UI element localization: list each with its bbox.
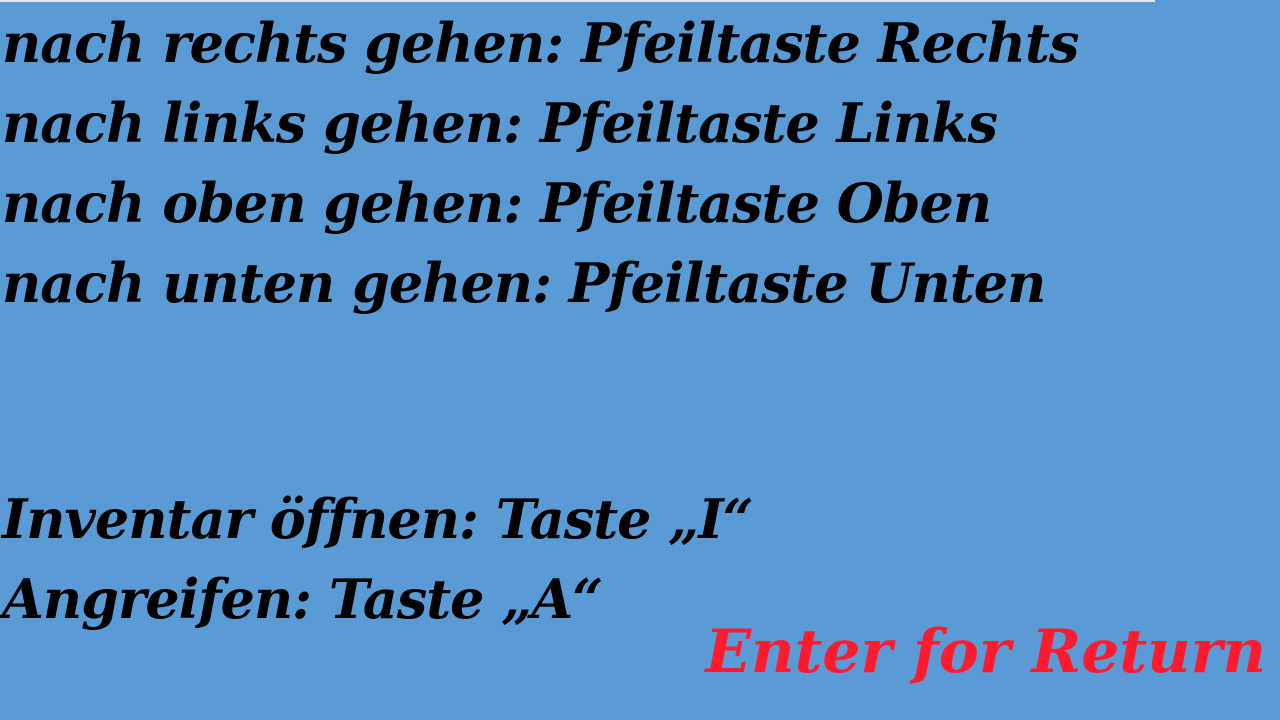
control-move-down: nach unten gehen: Pfeiltaste Unten (2, 251, 1046, 315)
control-open-inventory: Inventar öffnen: Taste „I“ (2, 487, 754, 551)
control-move-up: nach oben gehen: Pfeiltaste Oben (2, 171, 992, 235)
return-button[interactable]: Enter for Return (705, 622, 1266, 682)
control-attack: Angreifen: Taste „A“ (2, 567, 603, 631)
control-move-right: nach rechts gehen: Pfeiltaste Rechts (2, 11, 1079, 75)
top-edge-strip (0, 0, 1155, 2)
control-move-left: nach links gehen: Pfeiltaste Links (2, 91, 998, 155)
